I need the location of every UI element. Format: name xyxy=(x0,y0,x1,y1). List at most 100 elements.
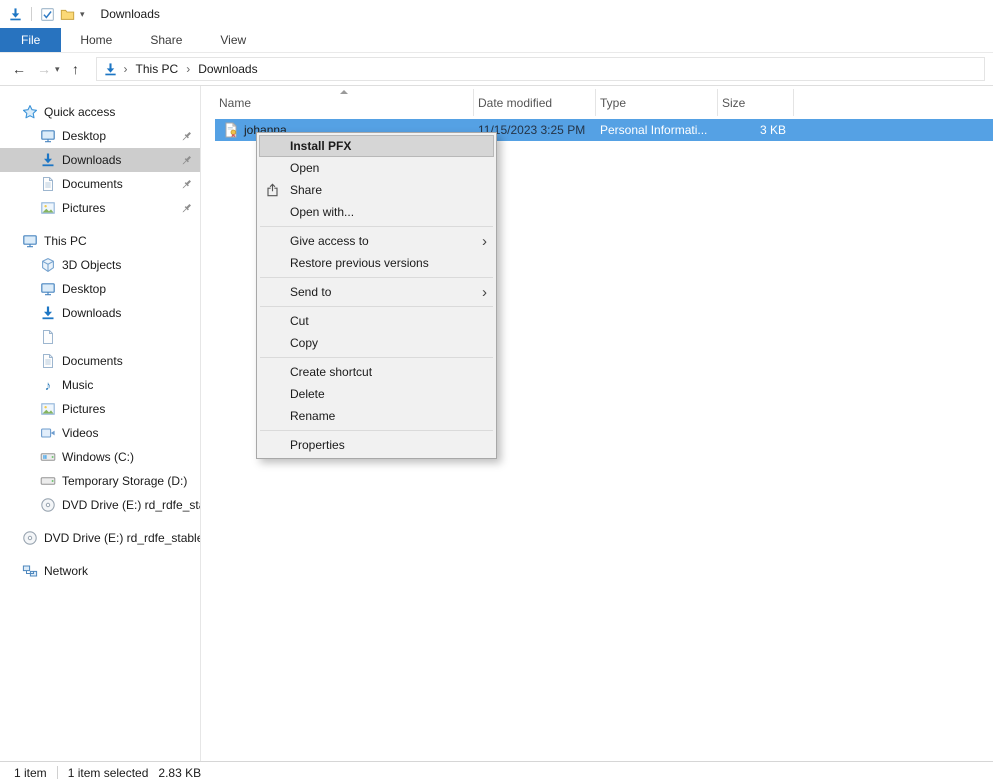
menu-item-create-shortcut[interactable]: Create shortcut xyxy=(257,361,496,383)
column-header-size[interactable]: Size xyxy=(718,89,794,116)
status-selection-size: 2.83 KB xyxy=(158,766,201,780)
pin-icon xyxy=(180,178,193,191)
sidebar-item-quick-access[interactable]: Quick access xyxy=(0,100,200,124)
sidebar-item-label: 3D Objects xyxy=(62,258,121,272)
tab-share[interactable]: Share xyxy=(131,28,201,52)
pictures-icon xyxy=(40,200,56,216)
menu-item-give-access-to[interactable]: Give access to › xyxy=(257,230,496,252)
status-selection-count: 1 item selected xyxy=(68,766,149,780)
sidebar-item-unnamed[interactable] xyxy=(0,325,200,349)
menu-item-properties[interactable]: Properties xyxy=(257,434,496,456)
menu-separator xyxy=(260,430,493,431)
dvd-icon xyxy=(22,530,38,546)
context-menu: Install PFX Open Share Open with... Give… xyxy=(256,132,497,459)
sidebar-item-desktop[interactable]: Desktop xyxy=(0,124,200,148)
tab-home[interactable]: Home xyxy=(61,28,131,52)
sidebar-item-videos[interactable]: Videos xyxy=(0,421,200,445)
up-button[interactable]: ↑ xyxy=(67,62,85,76)
menu-separator xyxy=(260,226,493,227)
menu-item-share[interactable]: Share xyxy=(257,179,496,201)
column-header-date-modified[interactable]: Date modified xyxy=(474,89,596,116)
menu-item-delete[interactable]: Delete xyxy=(257,383,496,405)
sidebar-item-label: Windows (C:) xyxy=(62,450,134,464)
pin-icon xyxy=(180,130,193,143)
column-header-type[interactable]: Type xyxy=(596,89,718,116)
menu-item-label: Restore previous versions xyxy=(290,256,429,270)
sidebar-item-music[interactable]: ♪ Music xyxy=(0,373,200,397)
forward-button[interactable]: → xyxy=(35,62,53,76)
document-icon xyxy=(40,329,56,345)
sidebar-item-3d-objects[interactable]: 3D Objects xyxy=(0,253,200,277)
tab-view[interactable]: View xyxy=(201,28,265,52)
sidebar-item-network[interactable]: Network xyxy=(0,559,200,583)
check-icon[interactable] xyxy=(40,7,55,22)
menu-item-label: Cut xyxy=(290,314,309,328)
sidebar-item-pc-desktop[interactable]: Desktop xyxy=(0,277,200,301)
sidebar-item-temporary-storage-d[interactable]: Temporary Storage (D:) xyxy=(0,469,200,493)
menu-item-send-to[interactable]: Send to › xyxy=(257,281,496,303)
menu-item-label: Create shortcut xyxy=(290,365,372,379)
navigation-bar: ← → ▾ ↑ › This PC › Downloads xyxy=(0,53,993,86)
file-explorer-window: ▾ Downloads File Home Share View ← → ▾ ↑… xyxy=(0,0,993,783)
documents-icon xyxy=(40,176,56,192)
sidebar-item-pc-pictures[interactable]: Pictures xyxy=(0,397,200,421)
sidebar-item-pc-documents[interactable]: Documents xyxy=(0,349,200,373)
dvd-icon xyxy=(40,497,56,513)
breadcrumb-this-pc[interactable]: This PC xyxy=(134,62,181,76)
share-icon xyxy=(265,183,280,198)
sidebar-item-documents[interactable]: Documents xyxy=(0,172,200,196)
sidebar-item-label: DVD Drive (E:) rd_rdfe_stable.T xyxy=(44,531,200,545)
status-separator xyxy=(57,766,58,779)
downloads-icon[interactable] xyxy=(8,7,23,22)
submenu-arrow-icon: › xyxy=(482,285,487,300)
back-button[interactable]: ← xyxy=(10,62,28,76)
menu-item-label: Install PFX xyxy=(290,139,351,153)
breadcrumb-separator-icon: › xyxy=(124,62,128,76)
menu-item-label: Open with... xyxy=(290,205,354,219)
toolbar-chevron-icon[interactable]: ▾ xyxy=(80,10,85,19)
breadcrumb-downloads[interactable]: Downloads xyxy=(196,62,259,76)
sidebar-item-dvd-drive-e[interactable]: DVD Drive (E:) rd_rdfe_stable xyxy=(0,493,200,517)
menu-item-open-with[interactable]: Open with... xyxy=(257,201,496,223)
downloads-icon xyxy=(40,305,56,321)
menu-item-label: Open xyxy=(290,161,319,175)
menu-item-cut[interactable]: Cut xyxy=(257,310,496,332)
sidebar-item-windows-c[interactable]: Windows (C:) xyxy=(0,445,200,469)
menu-item-label: Copy xyxy=(290,336,318,350)
tab-file[interactable]: File xyxy=(0,28,61,52)
videos-icon xyxy=(40,425,56,441)
menu-item-label: Send to xyxy=(290,285,331,299)
status-bar: 1 item 1 item selected 2.83 KB xyxy=(0,761,993,783)
column-header-row: Name Date modified Type Size xyxy=(201,89,993,116)
sidebar-item-this-pc[interactable]: This PC xyxy=(0,229,200,253)
menu-item-label: Share xyxy=(290,183,322,197)
sidebar-item-label: Documents xyxy=(62,177,123,191)
address-bar[interactable]: › This PC › Downloads xyxy=(96,57,985,81)
sidebar-item-pictures[interactable]: Pictures xyxy=(0,196,200,220)
menu-item-open[interactable]: Open xyxy=(257,157,496,179)
sidebar-section-gap xyxy=(0,220,200,229)
file-list-pane: Name Date modified Type Size johanna 11/… xyxy=(201,86,993,761)
new-folder-icon[interactable] xyxy=(60,7,75,22)
sidebar-section-gap xyxy=(0,517,200,526)
sidebar-item-label: Videos xyxy=(62,426,98,440)
cube-icon xyxy=(40,257,56,273)
menu-item-copy[interactable]: Copy xyxy=(257,332,496,354)
menu-item-restore-previous-versions[interactable]: Restore previous versions xyxy=(257,252,496,274)
star-icon xyxy=(22,104,38,120)
pictures-icon xyxy=(40,401,56,417)
menu-separator xyxy=(260,357,493,358)
menu-item-install-pfx[interactable]: Install PFX xyxy=(259,135,494,157)
menu-item-label: Give access to xyxy=(290,234,369,248)
sort-ascending-icon xyxy=(340,90,348,94)
sidebar-item-downloads[interactable]: Downloads xyxy=(0,148,200,172)
network-icon xyxy=(22,563,38,579)
window-title: Downloads xyxy=(101,7,160,21)
sidebar-item-label: Pictures xyxy=(62,201,105,215)
sidebar-item-dvd-drive-root[interactable]: DVD Drive (E:) rd_rdfe_stable.T xyxy=(0,526,200,550)
recent-locations-chevron-icon[interactable]: ▾ xyxy=(55,65,60,74)
certificate-icon xyxy=(223,122,239,138)
sidebar-item-pc-downloads[interactable]: Downloads xyxy=(0,301,200,325)
toolbar-separator xyxy=(31,7,32,21)
menu-item-rename[interactable]: Rename xyxy=(257,405,496,427)
